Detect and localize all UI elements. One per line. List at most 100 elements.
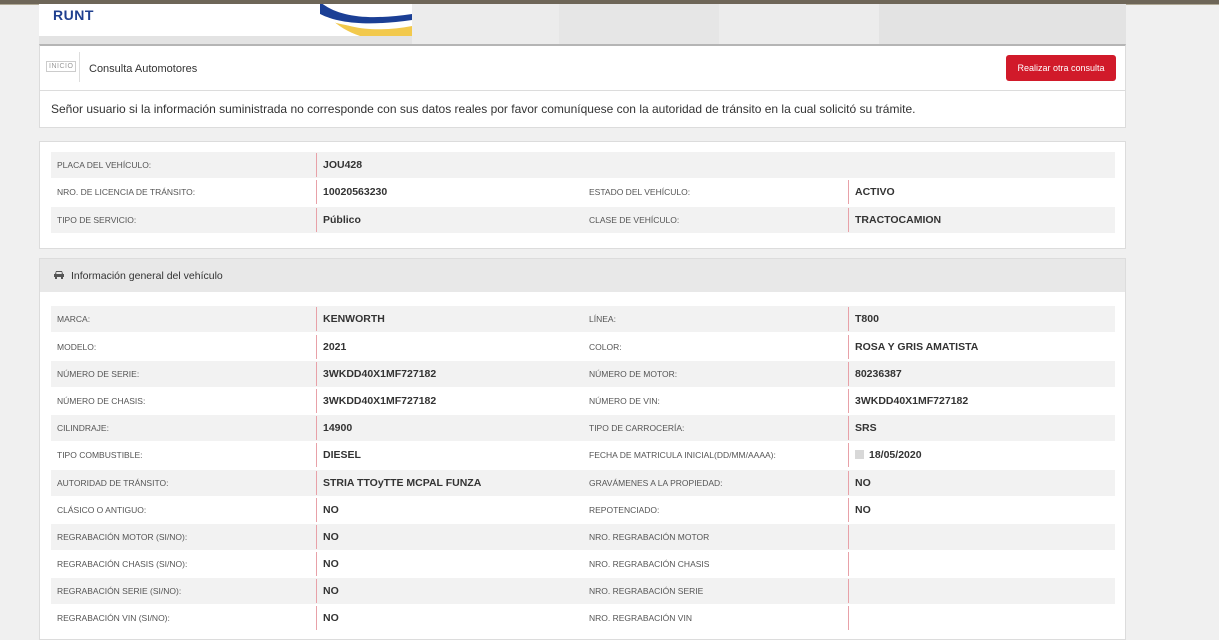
field-value: 3WKDD40X1MF727182 <box>323 395 437 407</box>
summary-row: PLACA DEL VEHÍCULO: JOU428 <box>51 152 1115 178</box>
vehicle-info-row: NÚMERO DE SERIE: 3WKDD40X1MF727182 NÚMERO … <box>51 361 1115 387</box>
field-value: SRS <box>855 422 877 434</box>
value-divider <box>316 389 317 413</box>
field-label: NRO. REGRABACIÓN SERIE <box>589 586 704 596</box>
general-info-panel: Información general del vehículo MARCA: K… <box>39 258 1126 640</box>
new-query-button[interactable]: Realizar otra consulta <box>1006 55 1116 81</box>
value-divider <box>316 180 317 204</box>
vehicle-info-row: CLÁSICO O ANTIGUO: NO REPOTENCIADO: NO <box>51 497 1115 523</box>
value-divider <box>316 208 317 232</box>
value-divider <box>848 498 849 522</box>
field-value: 80236387 <box>855 368 902 380</box>
summary-row: TIPO DE SERVICIO: Público CLASE DE VEHÍC… <box>51 207 1115 233</box>
vehicle-info-row: REGRABACIÓN SERIE (SI/NO): NO NRO. REGRABA… <box>51 578 1115 604</box>
vehicle-info-row: CILINDRAJE: 14900 TIPO DE CARROCERÍA: SRS <box>51 415 1115 441</box>
value-divider <box>316 362 317 386</box>
page-title: Consulta Automotores <box>89 63 198 75</box>
vehicle-info-row: TIPO COMBUSTIBLE: DIESEL FECHA DE MATRICUL… <box>51 442 1115 468</box>
vehicle-info-row: MODELO: 2021 COLOR: ROSA Y GRIS AMATISTA <box>51 334 1115 360</box>
value-divider <box>848 471 849 495</box>
vehicle-info-row: NÚMERO DE CHASIS: 3WKDD40X1MF727182 NÚMERO… <box>51 388 1115 414</box>
runt-logo: RUNT <box>53 7 94 23</box>
field-value: TRACTOCAMION <box>855 214 942 226</box>
section-header[interactable]: Información general del vehículo <box>40 259 1125 292</box>
vehicle-info-row: REGRABACIÓN MOTOR (SI/NO): NO NRO. REGRABA… <box>51 524 1115 550</box>
field-label: REGRABACIÓN MOTOR (SI/NO): <box>57 532 188 542</box>
field-label: NRO. DE LICENCIA DE TRÁNSITO: <box>57 187 196 197</box>
field-value: NO <box>323 612 339 624</box>
value-divider <box>316 307 317 331</box>
value-divider <box>316 606 317 630</box>
value-divider <box>848 307 849 331</box>
field-label: REGRABACIÓN SERIE (SI/NO): <box>57 586 182 596</box>
field-label: AUTORIDAD DE TRÁNSITO: <box>57 478 169 488</box>
banner-stripe <box>719 4 879 44</box>
value-divider <box>316 416 317 440</box>
value-divider <box>848 525 849 549</box>
value-divider <box>848 389 849 413</box>
notice-text: Señor usuario si la información suminist… <box>51 102 916 116</box>
notice-box: Señor usuario si la información suminist… <box>39 90 1126 128</box>
summary-panel: PLACA DEL VEHÍCULO: JOU428 NRO. DE LICEN… <box>39 141 1126 249</box>
value-divider <box>848 552 849 576</box>
field-label: CLÁSICO O ANTIGUO: <box>57 505 147 515</box>
field-value: NO <box>323 531 339 543</box>
consulta-toolbar: INICIO Consulta Automotores Realizar otr… <box>39 44 1126 91</box>
car-icon <box>54 271 64 279</box>
field-value: JOU428 <box>323 159 363 171</box>
field-label: CLASE DE VEHÍCULO: <box>589 215 680 225</box>
value-divider <box>316 579 317 603</box>
field-value: Público <box>323 214 361 226</box>
field-value: 3WKDD40X1MF727182 <box>323 368 437 380</box>
field-label: REGRABACIÓN VIN (SI/NO): <box>57 613 170 623</box>
field-value: NO <box>323 585 339 597</box>
field-value: ROSA Y GRIS AMATISTA <box>855 341 979 353</box>
field-value: DIESEL <box>323 449 361 461</box>
field-label: CILINDRAJE: <box>57 423 109 433</box>
section-title: Información general del vehículo <box>71 270 223 282</box>
field-value: NO <box>323 504 339 516</box>
colombia-flag-graphic <box>320 4 412 36</box>
vehicle-info-row: REGRABACIÓN VIN (SI/NO): NO NRO. REGRABACI… <box>51 605 1115 631</box>
field-label: REGRABACIÓN CHASIS (SI/NO): <box>57 559 188 569</box>
value-divider <box>316 552 317 576</box>
toolbar-divider <box>79 52 80 82</box>
field-value: STRIA TTOyTTE MCPAL FUNZA <box>323 477 482 489</box>
field-label: TIPO COMBUSTIBLE: <box>57 450 143 460</box>
header-banner: RUNT <box>39 4 1126 44</box>
calendar-icon <box>855 450 864 459</box>
field-value: 2021 <box>323 341 347 353</box>
field-label: NÚMERO DE MOTOR: <box>589 369 678 379</box>
value-divider <box>848 416 849 440</box>
value-divider <box>316 471 317 495</box>
value-divider <box>848 208 849 232</box>
field-label: TIPO DE CARROCERÍA: <box>589 423 685 433</box>
field-value: NO <box>323 558 339 570</box>
field-value: 14900 <box>323 422 353 434</box>
field-label: PLACA DEL VEHÍCULO: <box>57 160 152 170</box>
field-label: LÍNEA: <box>589 314 616 324</box>
field-label: MARCA: <box>57 314 91 324</box>
vehicle-info-row: AUTORIDAD DE TRÁNSITO: STRIA TTOyTTE MCPA… <box>51 470 1115 496</box>
field-value: KENWORTH <box>323 313 385 325</box>
field-label: NRO. REGRABACIÓN CHASIS <box>589 559 710 569</box>
field-label: TIPO DE SERVICIO: <box>57 215 137 225</box>
field-value: 3WKDD40X1MF727182 <box>855 395 969 407</box>
field-value: 18/05/2020 <box>855 449 922 461</box>
field-value: NO <box>855 477 871 489</box>
field-label: NRO. REGRABACIÓN MOTOR <box>589 532 710 542</box>
page-container: RUNT INICIO Consulta Automotores Realiza… <box>39 4 1126 640</box>
section-divider <box>39 128 1126 142</box>
value-divider <box>316 443 317 467</box>
field-label: NÚMERO DE SERIE: <box>57 369 140 379</box>
banner-stripe <box>559 4 719 44</box>
value-divider <box>848 606 849 630</box>
field-label: MODELO: <box>57 342 97 352</box>
home-link[interactable]: INICIO <box>46 61 77 72</box>
field-label: NÚMERO DE VIN: <box>589 396 660 406</box>
field-value: T800 <box>855 313 879 325</box>
field-label: COLOR: <box>589 342 622 352</box>
vehicle-info-row: MARCA: KENWORTH LÍNEA: T800 <box>51 306 1115 332</box>
value-divider <box>316 498 317 522</box>
value-divider <box>848 443 849 467</box>
